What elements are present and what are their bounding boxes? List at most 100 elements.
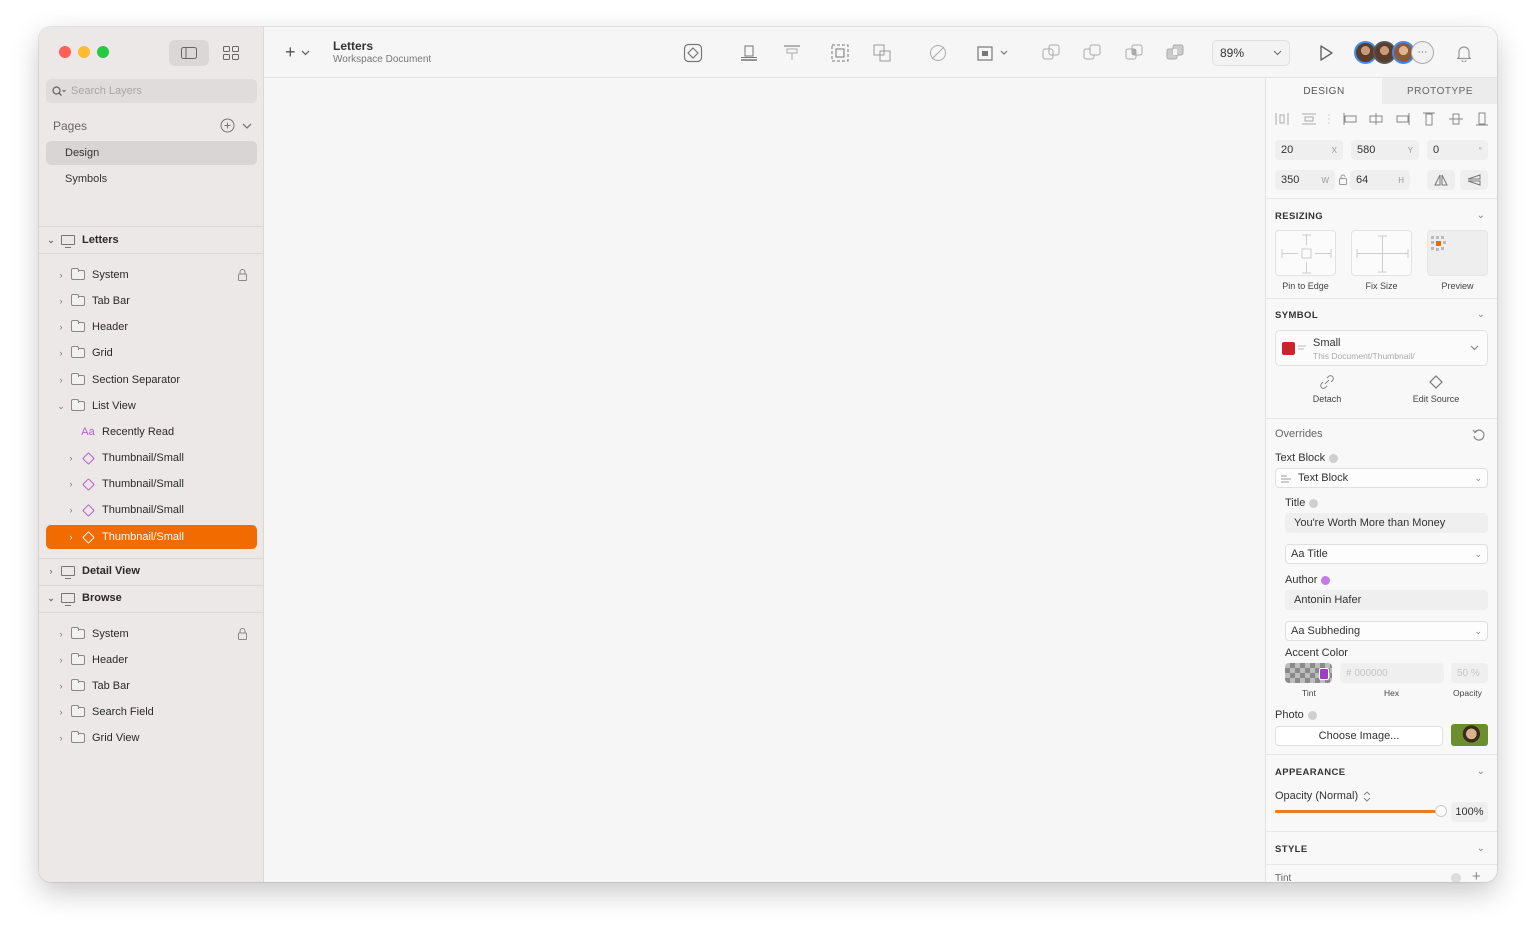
layer-item[interactable]: › System xyxy=(46,263,257,287)
chevron-right-icon[interactable]: › xyxy=(56,348,66,358)
crop-icon[interactable] xyxy=(830,43,850,63)
align-bottom-icon[interactable] xyxy=(1474,112,1490,126)
layer-item[interactable]: › Thumbnail/Small xyxy=(46,498,257,522)
chevron-right-icon[interactable]: › xyxy=(56,270,66,280)
more-collaborators-icon[interactable]: ⋯ xyxy=(1411,41,1434,64)
align-right-icon[interactable] xyxy=(1395,112,1411,126)
help-icon[interactable] xyxy=(1451,873,1461,882)
frame-menu-icon[interactable] xyxy=(976,43,1010,63)
layer-item-selected[interactable]: › Thumbnail/Small xyxy=(46,525,257,549)
chevron-down-icon[interactable]: ⌄ xyxy=(1477,766,1485,777)
intersect-icon[interactable] xyxy=(1124,43,1144,63)
notifications-bell-icon[interactable] xyxy=(1454,43,1474,63)
choose-image-button[interactable]: Choose Image... xyxy=(1275,726,1443,746)
difference-icon[interactable] xyxy=(1165,43,1185,63)
align-left-icon[interactable] xyxy=(1342,112,1358,126)
chevron-right-icon[interactable]: › xyxy=(56,375,66,385)
align-top-icon[interactable] xyxy=(1421,112,1437,126)
insert-button[interactable]: + xyxy=(285,42,310,63)
lock-ratio-icon[interactable] xyxy=(1339,174,1347,185)
play-icon[interactable] xyxy=(1316,43,1336,63)
collaborators[interactable]: ⋯ xyxy=(1354,41,1434,64)
align-middle-vertical-icon[interactable] xyxy=(1448,112,1464,126)
flip-vertical-button[interactable] xyxy=(1460,170,1488,190)
chevron-right-icon[interactable]: › xyxy=(56,655,66,665)
tab-design[interactable]: DESIGN xyxy=(1266,78,1382,104)
chevron-down-icon[interactable]: ⌄ xyxy=(46,593,56,604)
text-block-select[interactable]: Text Block ⌄ xyxy=(1275,468,1488,488)
chevron-down-icon[interactable]: ⌄ xyxy=(1477,843,1485,854)
opacity-slider-handle[interactable] xyxy=(1435,805,1447,817)
detach-button[interactable]: Detach xyxy=(1287,375,1367,404)
group-icon[interactable] xyxy=(872,43,892,63)
layer-item[interactable]: › Thumbnail/Small xyxy=(46,446,257,470)
opacity-value-field[interactable]: 100% xyxy=(1451,802,1488,822)
layer-item[interactable]: › Header xyxy=(46,315,257,339)
chevron-right-icon[interactable]: › xyxy=(46,566,56,576)
title-style-select[interactable]: Aa Title ⌄ xyxy=(1285,544,1488,564)
hex-field[interactable]: # 000000 xyxy=(1340,663,1444,683)
rotation-field[interactable]: 0 ° xyxy=(1427,140,1488,160)
artboard-letters[interactable]: ⌄ Letters xyxy=(46,228,257,252)
chevron-right-icon[interactable]: › xyxy=(56,322,66,332)
union-icon[interactable] xyxy=(1041,43,1061,63)
flip-horizontal-button[interactable] xyxy=(1427,170,1455,190)
chevron-right-icon[interactable]: › xyxy=(56,629,66,639)
layer-item[interactable]: › Search Field xyxy=(46,700,257,724)
layer-item[interactable]: › Thumbnail/Small xyxy=(46,472,257,496)
height-field[interactable]: 64 H xyxy=(1350,170,1410,190)
chevron-down-icon[interactable]: ⌄ xyxy=(56,401,66,412)
layer-item[interactable]: Aa Recently Read xyxy=(46,420,257,444)
lock-icon[interactable] xyxy=(238,269,247,281)
edit-source-button[interactable]: Edit Source xyxy=(1396,375,1476,404)
zoom-window-button[interactable] xyxy=(97,46,109,58)
opacity-field[interactable]: 50 % xyxy=(1451,663,1488,683)
photo-thumbnail[interactable] xyxy=(1451,724,1488,746)
create-symbol-icon[interactable] xyxy=(683,43,703,63)
opacity-slider-track[interactable] xyxy=(1275,810,1442,813)
sidebar-toggle-button[interactable] xyxy=(169,40,209,66)
chevron-right-icon[interactable]: › xyxy=(56,681,66,691)
page-item-symbols[interactable]: Symbols xyxy=(46,167,257,191)
tab-prototype[interactable]: PROTOTYPE xyxy=(1382,78,1497,104)
layer-item[interactable]: › Grid xyxy=(46,341,257,365)
layer-item[interactable]: ⌄ List View xyxy=(46,394,257,418)
layer-item[interactable]: › Grid View xyxy=(46,726,257,750)
y-field[interactable]: 580 Y xyxy=(1351,140,1419,160)
layer-item[interactable]: › System xyxy=(46,622,257,646)
chevron-right-icon[interactable]: › xyxy=(56,707,66,717)
page-item-design[interactable]: Design xyxy=(46,141,257,165)
layer-item[interactable]: › Tab Bar xyxy=(46,289,257,313)
chevron-down-icon[interactable]: ⌄ xyxy=(46,235,56,246)
chevron-right-icon[interactable]: › xyxy=(56,296,66,306)
chevron-right-icon[interactable]: › xyxy=(56,733,66,743)
artboard-browse[interactable]: ⌄ Browse xyxy=(46,586,257,610)
layer-item[interactable]: › Tab Bar xyxy=(46,674,257,698)
chevron-right-icon[interactable]: › xyxy=(66,479,76,489)
grid-view-button[interactable] xyxy=(211,40,251,66)
mask-icon[interactable] xyxy=(928,43,948,63)
artboard-detail-view[interactable]: › Detail View xyxy=(46,559,257,583)
pin-to-edge-control[interactable] xyxy=(1275,230,1336,276)
distribute-icon[interactable] xyxy=(782,43,802,63)
distribute-vertical-icon[interactable] xyxy=(1301,112,1317,126)
chevron-right-icon[interactable]: › xyxy=(66,453,76,463)
chevron-right-icon[interactable]: › xyxy=(66,505,76,515)
add-page-icon[interactable] xyxy=(220,118,235,133)
x-field[interactable]: 20 X xyxy=(1275,140,1343,160)
symbol-picker[interactable]: Small This Document/Thumbnail/ xyxy=(1275,330,1488,366)
tint-swatch[interactable] xyxy=(1285,663,1332,683)
title-override-field[interactable]: You're Worth More than Money xyxy=(1285,513,1488,533)
search-layers-input[interactable]: Search Layers xyxy=(46,79,257,103)
distribute-horizontal-icon[interactable] xyxy=(1274,112,1290,126)
author-override-field[interactable]: Antonin Hafer xyxy=(1285,590,1488,610)
align-bottom-icon[interactable] xyxy=(739,43,759,63)
opacity-mode-select[interactable]: Opacity (Normal) xyxy=(1275,790,1371,802)
canvas[interactable] xyxy=(264,78,1265,882)
subtract-icon[interactable] xyxy=(1082,43,1102,63)
add-tint-icon[interactable]: + xyxy=(1472,868,1481,882)
fix-size-control[interactable] xyxy=(1351,230,1412,276)
layer-item[interactable]: › Section Separator xyxy=(46,368,257,392)
reset-overrides-icon[interactable] xyxy=(1472,428,1486,442)
minimize-window-button[interactable] xyxy=(78,46,90,58)
